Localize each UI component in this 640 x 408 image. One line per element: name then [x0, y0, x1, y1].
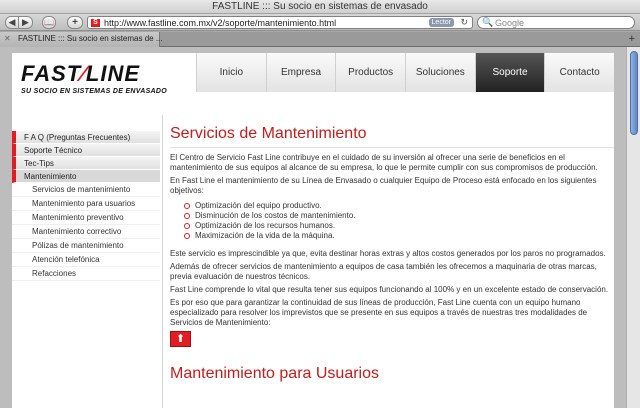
submenu-item[interactable]: Pólizas de mantenimiento: [12, 239, 160, 253]
page-title: Servicios de Mantenimiento: [170, 125, 367, 142]
focus-paragraph: En Fast Line el mantenimiento de su Líne…: [170, 176, 597, 195]
list-item: Maximización de la vida de la máquina.: [184, 231, 614, 241]
logo-slogan: SU SOCIO EN SISTEMAS DE ENVASADO: [21, 88, 167, 95]
logo-mark-fast: FAST: [21, 61, 82, 86]
new-tab-icon[interactable]: +: [629, 33, 635, 45]
bullet-icon: [184, 223, 190, 229]
list-item-text: Disminución de los costos de mantenimien…: [195, 211, 356, 220]
forward-arrow-icon: ▶: [22, 17, 29, 27]
nav-contacto[interactable]: Contacto: [544, 53, 615, 92]
browser-toolbar: ◀ ▶ 📖 + S http://www.fastline.com.mx/v2/…: [0, 14, 640, 31]
paragraph-service: Este servicio es imprescindible ya que, …: [170, 249, 606, 258]
submenu-item[interactable]: Mantenimiento preventivo: [12, 211, 160, 225]
window-titlebar: FASTLINE ::: Su socio en sistemas de env…: [0, 0, 640, 14]
search-icon: 🔍: [482, 17, 494, 27]
sidebar-item-mantenimiento[interactable]: Mantenimiento: [12, 170, 160, 183]
submenu-item[interactable]: Refacciones: [12, 267, 160, 281]
nav-productos[interactable]: Productos: [335, 53, 406, 92]
submenu-item[interactable]: Mantenimiento correctivo: [12, 225, 160, 239]
sidebar-item-tec-tips[interactable]: Tec-Tips: [12, 157, 160, 170]
vertical-scrollbar[interactable]: [626, 47, 640, 408]
bullet-icon: [184, 213, 190, 219]
back-to-top-button[interactable]: ⬆: [170, 331, 191, 347]
sidebar-item-faq[interactable]: F A Q (Preguntas Frecuentes): [12, 131, 160, 144]
list-item: Optimización de los recursos humanos.: [184, 221, 614, 231]
nav-soporte[interactable]: Soporte: [474, 53, 545, 92]
tab-bar: ✕ FASTLINE ::: Su socio en sistemas de .…: [0, 32, 640, 47]
list-item-text: Optimización del equipo productivo.: [195, 201, 322, 210]
list-item-text: Optimización de los recursos humanos.: [195, 221, 336, 230]
back-button[interactable]: ◀: [5, 16, 19, 29]
nav-soluciones[interactable]: Soluciones: [405, 53, 475, 92]
site-favicon-icon: S: [91, 19, 100, 27]
add-bookmark-button[interactable]: +: [67, 16, 83, 29]
url-text[interactable]: http://www.fastline.com.mx/v2/soporte/ma…: [104, 18, 336, 28]
submenu-item[interactable]: Mantenimiento para usuarios: [12, 197, 160, 211]
paragraph-continuity: Es por eso que para garantizar la contin…: [170, 298, 588, 327]
objectives-list: Optimización del equipo productivo. Dism…: [184, 201, 614, 241]
up-arrow-icon: ⬆: [175, 333, 186, 345]
list-item: Disminución de los costos de mantenimien…: [184, 211, 614, 221]
paragraph-vital: Fast Line comprende lo vital que resulta…: [170, 285, 609, 294]
title-divider: [170, 147, 614, 148]
scrollbar-thumb[interactable]: [630, 51, 638, 135]
forward-button[interactable]: ▶: [19, 16, 33, 29]
back-arrow-icon: ◀: [8, 17, 16, 27]
reader-button[interactable]: Lector: [428, 18, 454, 27]
tab-label: FASTLINE ::: Su socio en sistemas de ...: [18, 34, 163, 43]
submenu-item[interactable]: Atención telefónica: [12, 253, 160, 267]
sidebar-submenu: Servicios de mantenimiento Mantenimiento…: [12, 183, 160, 281]
submenu-item[interactable]: Servicios de mantenimiento: [12, 183, 160, 197]
tab-active[interactable]: ✕ FASTLINE ::: Su socio en sistemas de .…: [0, 32, 163, 47]
section-title-usuarios: Mantenimiento para Usuarios: [170, 365, 379, 382]
main-content: Servicios de Mantenimiento El Centro de …: [162, 115, 614, 408]
logo-mark-line: LINE: [85, 61, 141, 86]
fastline-logo[interactable]: FAST⁄LINE SU SOCIO EN SISTEMAS DE ENVASA…: [21, 61, 181, 101]
main-nav: Inicio Empresa Productos Soluciones Sopo…: [196, 53, 615, 92]
window-title: FASTLINE ::: Su socio en sistemas de env…: [212, 1, 428, 12]
page-viewport: FAST⁄LINE SU SOCIO EN SISTEMAS DE ENVASA…: [0, 47, 626, 408]
list-item-text: Maximización de la vida de la máquina.: [195, 231, 335, 240]
search-field[interactable]: 🔍 Google: [477, 16, 635, 29]
site-container: FAST⁄LINE SU SOCIO EN SISTEMAS DE ENVASA…: [12, 53, 615, 408]
intro-paragraph: El Centro de Servicio Fast Line contribu…: [170, 153, 598, 172]
sidebar: F A Q (Preguntas Frecuentes) Soporte Téc…: [12, 131, 160, 281]
plus-icon: +: [72, 17, 78, 28]
reload-icon[interactable]: ↻: [460, 17, 468, 28]
bullet-icon: [184, 203, 190, 209]
nav-empresa[interactable]: Empresa: [265, 53, 336, 92]
logo-mark: FAST⁄LINE: [21, 61, 140, 87]
nav-inicio[interactable]: Inicio: [196, 53, 266, 92]
tab-close-icon[interactable]: ✕: [4, 34, 11, 43]
bookmarks-button[interactable]: 📖: [42, 16, 56, 29]
address-bar[interactable]: S http://www.fastline.com.mx/v2/soporte/…: [87, 16, 473, 29]
paragraph-brands: Además de ofrecer servicios de mantenimi…: [170, 262, 597, 281]
list-item: Optimización del equipo productivo.: [184, 201, 614, 211]
search-placeholder: Google: [495, 18, 525, 28]
sidebar-item-soporte-tecnico[interactable]: Soporte Técnico: [12, 144, 160, 157]
bullet-icon: [184, 233, 190, 239]
bookmarks-icon: 📖: [44, 18, 54, 27]
